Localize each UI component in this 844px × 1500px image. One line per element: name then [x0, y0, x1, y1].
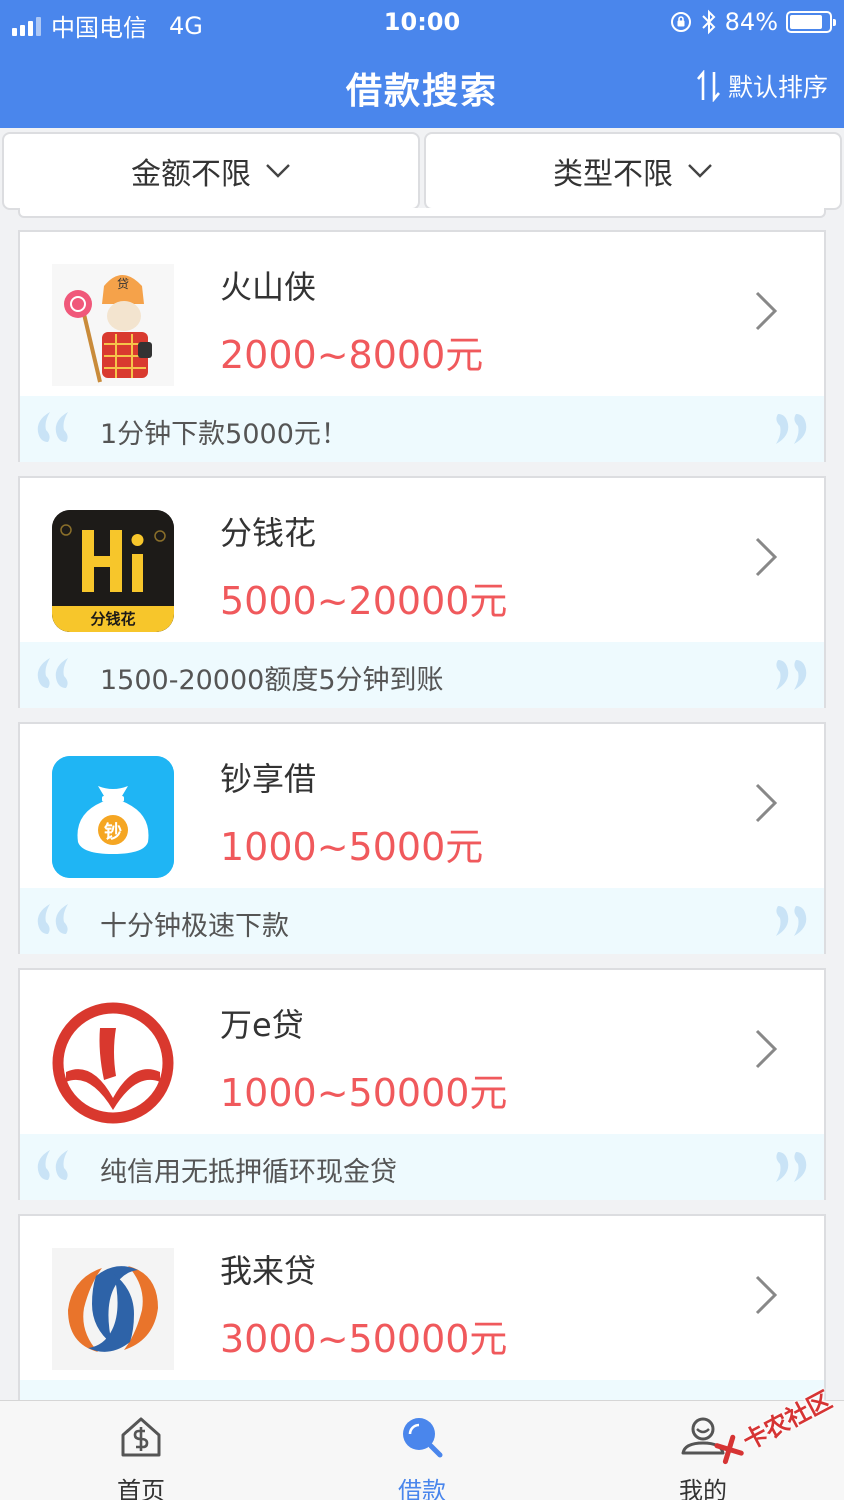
- amount-filter-label: 金额不限: [131, 157, 251, 192]
- top-header: 中国电信 4G 10:00 84% 借款搜索 默认排序: [0, 0, 844, 128]
- status-bar: 中国电信 4G 10:00 84%: [0, 0, 844, 44]
- chevron-right-icon: [755, 1275, 778, 1315]
- home-icon: [121, 1417, 161, 1457]
- product-amount: 1000~50000元: [220, 1071, 508, 1115]
- slogan-bar: 1分钟下款5000元！: [20, 396, 824, 462]
- chevron-right-icon: [755, 1029, 778, 1069]
- chevron-right-icon: [755, 537, 778, 577]
- svg-text:贷: 贷: [117, 277, 129, 291]
- open-quote-icon: [37, 412, 68, 442]
- product-name: 钞享借: [220, 760, 317, 798]
- battery-icon: [786, 11, 836, 33]
- close-quote-icon: [776, 414, 807, 444]
- list-top-edge: [18, 208, 826, 218]
- fenqianhua-logo: 分钱花: [52, 510, 174, 632]
- type-filter-label: 类型不限: [553, 157, 673, 192]
- slogan-bar: 十分钟极速下款: [20, 888, 824, 954]
- rotation-lock-icon: [670, 12, 691, 32]
- product-amount: 1000~5000元: [220, 825, 484, 869]
- product-name: 火山侠: [220, 268, 317, 306]
- battery-fill: [790, 15, 822, 29]
- product-slogan: 1分钟下款5000元！: [100, 419, 348, 450]
- open-quote-icon: [37, 904, 68, 934]
- chaoxiangjie-logo-text: 钞: [104, 822, 122, 843]
- type-filter[interactable]: 类型不限: [424, 132, 842, 210]
- product-name: 我来贷: [220, 1252, 317, 1290]
- product-amount: 3000~50000元: [220, 1317, 508, 1361]
- tab-home-label: 首页: [117, 1477, 165, 1500]
- product-card[interactable]: 分钱花 分钱花 5000~20000元 1500-20000额度5分钟到账: [18, 476, 826, 708]
- close-quote-icon: [776, 660, 807, 690]
- chevron-down-icon: [688, 164, 712, 178]
- bluetooth-icon: [701, 9, 716, 35]
- filter-bar: 金额不限 类型不限: [0, 132, 844, 210]
- sort-label: 默认排序: [727, 73, 828, 102]
- product-name: 分钱花: [220, 514, 317, 552]
- product-name: 万e贷: [220, 1006, 304, 1044]
- chevron-right-icon: [755, 783, 778, 823]
- product-amount: 5000~20000元: [220, 579, 508, 623]
- woldai-logo: [52, 1248, 174, 1370]
- product-slogan: 纯信用无抵押循环现金贷: [100, 1157, 397, 1188]
- tab-loan[interactable]: 借款: [357, 1415, 487, 1500]
- open-quote-icon: [37, 1150, 68, 1180]
- sort-icon: [696, 70, 720, 102]
- fenqianhua-logo-text: 分钱花: [90, 610, 136, 628]
- battery-percent: 84%: [724, 8, 778, 36]
- slogan-bar: 纯信用无抵押循环现金贷: [20, 1134, 824, 1200]
- tab-home[interactable]: 首页: [76, 1415, 206, 1500]
- chevron-right-icon: [755, 291, 778, 331]
- huoshanxia-logo: 贷: [52, 264, 174, 386]
- search-icon: [403, 1418, 443, 1458]
- tab-loan-label: 借款: [398, 1477, 446, 1500]
- product-slogan: 1500-20000额度5分钟到账: [100, 665, 444, 696]
- product-amount: 2000~8000元: [220, 333, 484, 377]
- chaoxiangjie-logo: 钞: [52, 756, 174, 878]
- wanedai-logo: [52, 1002, 174, 1124]
- product-card[interactable]: 贷 火山侠 2000~8000元 1分钟下款5000元！: [18, 230, 826, 462]
- tab-mine-label: 我的: [679, 1477, 727, 1500]
- slogan-bar: 1500-20000额度5分钟到账: [20, 642, 824, 708]
- sort-button[interactable]: 默认排序: [696, 68, 828, 104]
- chevron-down-icon: [266, 164, 290, 178]
- product-slogan: 十分钟极速下款: [100, 911, 289, 942]
- product-card[interactable]: 钞 钞享借 1000~5000元 十分钟极速下款: [18, 722, 826, 954]
- amount-filter[interactable]: 金额不限: [2, 132, 420, 210]
- product-card[interactable]: 万e贷 1000~50000元 纯信用无抵押循环现金贷: [18, 968, 826, 1200]
- close-quote-icon: [776, 906, 807, 936]
- close-quote-icon: [776, 1152, 807, 1182]
- status-right: 84%: [669, 8, 836, 36]
- open-quote-icon: [37, 658, 68, 688]
